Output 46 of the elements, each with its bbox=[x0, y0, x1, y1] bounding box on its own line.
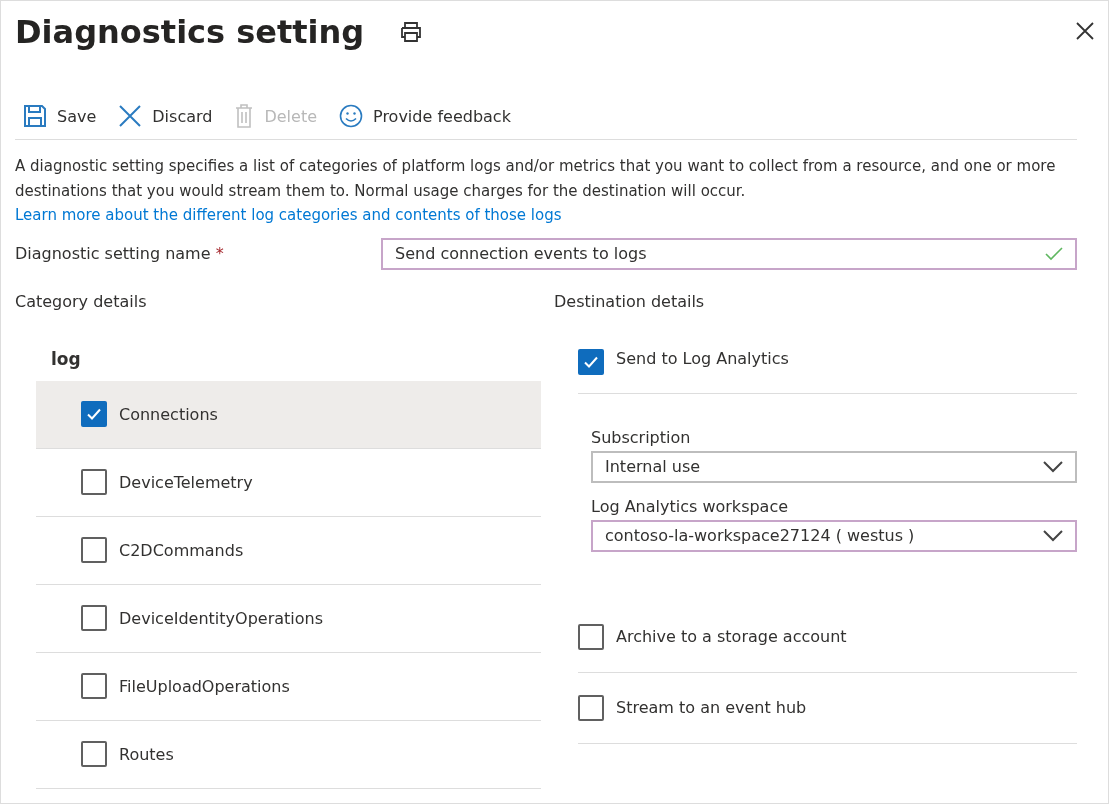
section-heading: Destination details bbox=[554, 291, 706, 311]
name-input-field[interactable]: Send connection events to logs bbox=[381, 237, 1077, 270]
log-category-row[interactable]: C2DCommands bbox=[36, 516, 541, 585]
log-category-row[interactable]: Connections bbox=[36, 380, 541, 449]
log-category-row[interactable]: FileUploadOperations bbox=[36, 652, 541, 721]
print-icon[interactable] bbox=[400, 22, 423, 42]
checkbox[interactable] bbox=[578, 694, 604, 721]
group-heading: log bbox=[51, 348, 82, 369]
destination-label: Send to Log Analytics bbox=[616, 348, 789, 368]
field-label: Diagnostic setting name * bbox=[15, 244, 225, 263]
feedback-button[interactable]: Provide feedback bbox=[339, 104, 511, 128]
discard-button[interactable]: Discard bbox=[118, 104, 213, 128]
log-category-row[interactable]: DeviceIdentityOperations bbox=[36, 584, 541, 653]
category-label: Connections bbox=[119, 404, 218, 424]
chevron-down-icon bbox=[1043, 460, 1063, 473]
checkbox[interactable] bbox=[81, 401, 107, 427]
destination-label: Stream to an event hub bbox=[616, 698, 807, 717]
category-label: DeviceIdentityOperations bbox=[119, 608, 323, 628]
checkbox[interactable] bbox=[81, 673, 107, 699]
field-label: Log Analytics workspace bbox=[591, 496, 790, 516]
dropdown[interactable]: contoso-la-workspace27124 ( westus ) bbox=[591, 519, 1077, 552]
checkbox[interactable] bbox=[81, 605, 107, 631]
close-icon bbox=[118, 104, 143, 128]
checkbox[interactable] bbox=[81, 537, 107, 563]
description-text: A diagnostic setting specifies a list of categories of platform logs and/or metrics that you want to collect from a resource, and one or more destinations that you would stream them to. Normal usage charges for the destination will occur. Learn more about the different log categories and contents of those logs bbox=[15, 156, 1057, 226]
window-title: Diagnostics setting bbox=[15, 13, 365, 51]
checkbox[interactable] bbox=[578, 623, 604, 650]
log-category-row[interactable]: Routes bbox=[36, 720, 541, 789]
category-label: Routes bbox=[119, 744, 174, 764]
save-button[interactable]: Save bbox=[23, 104, 97, 128]
save-icon bbox=[23, 104, 47, 128]
smiley-icon bbox=[339, 104, 363, 128]
category-label: DeviceTelemetry bbox=[119, 472, 253, 492]
category-label: FileUploadOperations bbox=[119, 676, 290, 696]
section-heading: Category details bbox=[15, 291, 148, 311]
checkbox[interactable] bbox=[81, 469, 107, 495]
category-label: C2DCommands bbox=[119, 540, 244, 560]
chevron-down-icon bbox=[1043, 529, 1063, 542]
dropdown[interactable]: Internal use bbox=[591, 450, 1077, 483]
checkbox[interactable] bbox=[81, 741, 107, 767]
learn-more-link[interactable]: Learn more about the different log categories and contents of those logs bbox=[15, 206, 562, 224]
log-category-row[interactable]: DeviceTelemetry bbox=[36, 448, 541, 517]
destination-label: Archive to a storage account bbox=[616, 627, 847, 646]
field-label: Subscription bbox=[591, 427, 692, 447]
checkbox[interactable] bbox=[578, 348, 604, 375]
trash-icon bbox=[234, 104, 255, 128]
